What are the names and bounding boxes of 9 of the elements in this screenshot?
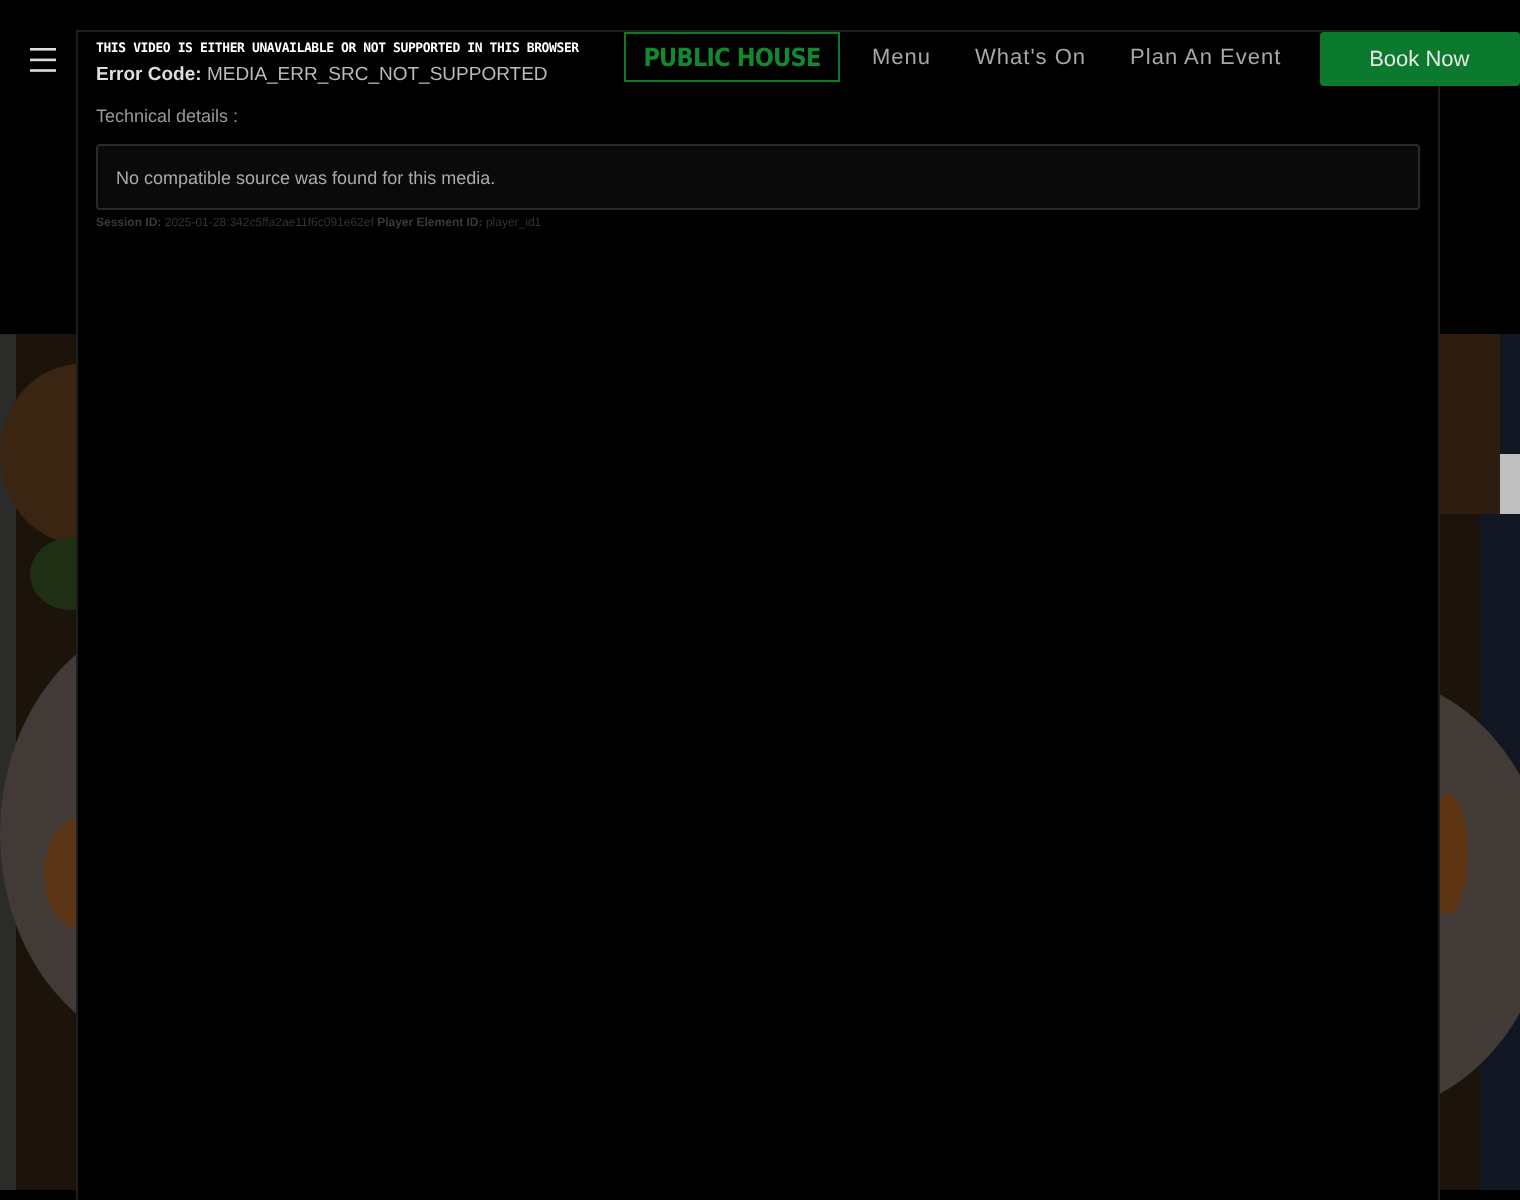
logo[interactable]: PUBLIC HOUSE	[624, 32, 840, 82]
error-code: Error Code: MEDIA_ERR_SRC_NOT_SUPPORTED	[96, 64, 548, 86]
nav-link[interactable]: Menu	[872, 46, 932, 70]
technical-details-label: Technical details :	[96, 106, 239, 126]
book-now-button[interactable]: Book Now	[1319, 32, 1520, 86]
nav-link[interactable]: What's On	[975, 46, 1087, 70]
nav-link[interactable]: Plan An Event	[1130, 46, 1282, 70]
error-message: No compatible source was found for this media.	[116, 167, 496, 187]
menu-icon[interactable]	[30, 48, 56, 72]
